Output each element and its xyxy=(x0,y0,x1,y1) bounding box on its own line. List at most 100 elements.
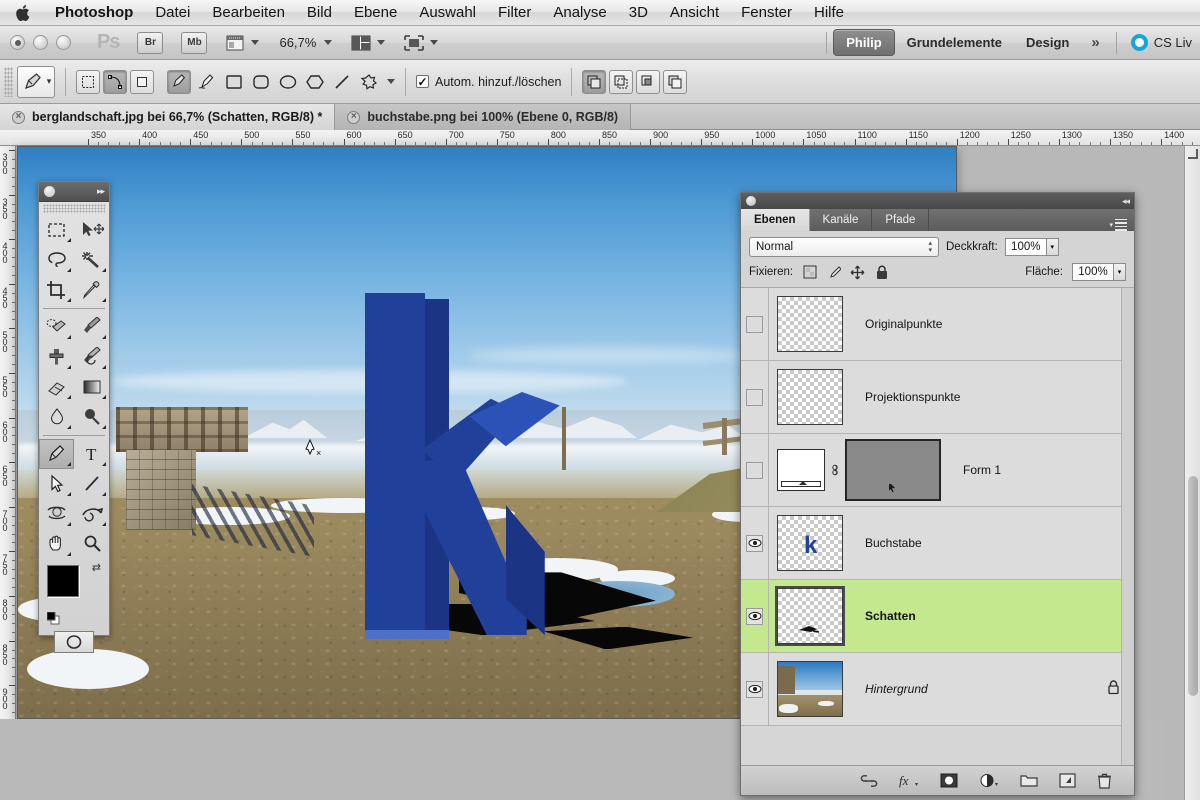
arrange-documents-button[interactable] xyxy=(350,33,386,53)
custom-shape-icon[interactable] xyxy=(356,70,382,94)
visibility-toggle[interactable] xyxy=(741,507,769,579)
eye-icon-on[interactable] xyxy=(746,680,763,698)
pen-tool-icon[interactable] xyxy=(39,439,74,469)
vertical-ruler[interactable]: 3003504004505005506006507007508008509009… xyxy=(0,146,16,800)
gradient-tool-icon[interactable] xyxy=(74,372,109,402)
type-tool-icon[interactable]: T xyxy=(74,439,109,469)
menu-item-ebene[interactable]: Ebene xyxy=(343,1,408,25)
eye-icon-on[interactable] xyxy=(746,607,763,625)
menu-item-bearbeiten[interactable]: Bearbeiten xyxy=(201,1,296,25)
eye-icon-on[interactable] xyxy=(746,534,763,552)
document-tab-buchstabe[interactable]: × buchstabe.png bei 100% (Ebene 0, RGB/8… xyxy=(335,104,632,130)
zoom-tool-icon[interactable] xyxy=(74,529,109,559)
window-vertical-scrollbar[interactable] xyxy=(1184,146,1200,800)
history-brush-tool-icon[interactable] xyxy=(74,342,109,372)
collapse-panel-icon[interactable]: ◂◂ xyxy=(1122,196,1130,207)
panel-dot-icon[interactable] xyxy=(746,196,756,206)
opacity-field[interactable]: 100% ▾ xyxy=(1004,238,1059,256)
fill-field[interactable]: 100% ▾ xyxy=(1072,263,1126,281)
tab-ebenen[interactable]: Ebenen xyxy=(741,209,810,231)
add-to-path-area-icon[interactable] xyxy=(582,69,607,94)
eye-icon-off[interactable] xyxy=(746,461,763,479)
arrange-chevron-down-icon[interactable] xyxy=(377,40,386,45)
menu-item-bild[interactable]: Bild xyxy=(296,1,343,25)
new-fill-adjustment-layer-icon[interactable] xyxy=(979,773,999,788)
fill-chevron-down-icon[interactable]: ▾ xyxy=(1114,263,1126,281)
close-icon[interactable]: × xyxy=(12,110,25,124)
3d-object-rotate-tool-icon[interactable] xyxy=(39,499,74,529)
crop-tool-icon[interactable] xyxy=(39,275,74,305)
subtract-from-path-area-icon[interactable] xyxy=(609,69,634,94)
default-colors-icon[interactable] xyxy=(46,611,60,625)
line-icon[interactable] xyxy=(329,70,355,94)
layer-mask-thumbnail[interactable] xyxy=(777,449,825,491)
layer-row-form-1[interactable]: Form 1 xyxy=(741,434,1134,507)
screen-mode-button[interactable] xyxy=(403,33,439,53)
layer-name[interactable]: Hintergrund xyxy=(865,682,928,696)
collapse-dot-icon[interactable] xyxy=(44,186,55,197)
menu-item-datei[interactable]: Datei xyxy=(144,1,201,25)
link-mask-icon[interactable] xyxy=(829,463,841,477)
zoom-window-button[interactable] xyxy=(56,35,71,50)
link-layers-icon[interactable] xyxy=(860,774,878,787)
window-resize-corner-icon[interactable] xyxy=(1186,147,1199,160)
eyedropper-tool-icon[interactable] xyxy=(74,275,109,305)
lasso-tool-icon[interactable] xyxy=(39,245,74,275)
layer-list[interactable]: Originalpunkte Projektionspunkte Form 1 … xyxy=(741,288,1134,765)
expand-arrows-icon[interactable]: ▸▸ xyxy=(97,186,105,197)
hand-tool-icon[interactable] xyxy=(39,529,74,559)
move-tool-icon[interactable] xyxy=(74,215,109,245)
visibility-toggle[interactable] xyxy=(741,288,769,360)
3d-camera-rotate-tool-icon[interactable] xyxy=(74,499,109,529)
rectangular-marquee-tool-icon[interactable] xyxy=(39,215,74,245)
fill-pixels-icon[interactable] xyxy=(130,69,154,94)
layer-thumbnail[interactable] xyxy=(777,588,843,644)
spot-healing-brush-tool-icon[interactable] xyxy=(39,312,74,342)
layer-style-fx-icon[interactable]: fx xyxy=(899,773,919,788)
blur-tool-icon[interactable] xyxy=(39,402,74,432)
view-extras-button[interactable] xyxy=(225,33,260,53)
screenmode-chevron-down-icon[interactable] xyxy=(430,40,439,45)
auto-add-delete-checkbox[interactable]: ✓ Autom. hinzuf./löschen xyxy=(416,75,561,89)
magic-wand-tool-icon[interactable] xyxy=(74,245,109,275)
zoom-chevron-down-icon[interactable] xyxy=(324,40,333,45)
layer-name[interactable]: Form 1 xyxy=(963,463,1001,477)
tab-kanaele[interactable]: Kanäle xyxy=(810,209,873,231)
clone-stamp-tool-icon[interactable] xyxy=(39,342,74,372)
layer-name[interactable]: Buchstabe xyxy=(865,536,922,550)
layer-thumbnail[interactable]: k xyxy=(777,515,843,571)
dodge-tool-icon[interactable] xyxy=(74,402,109,432)
eraser-tool-icon[interactable] xyxy=(39,372,74,402)
lock-image-pixels-icon[interactable] xyxy=(826,265,841,280)
menu-item-analyse[interactable]: Analyse xyxy=(542,1,617,25)
workspace-more-button[interactable]: » xyxy=(1081,34,1109,51)
layer-row-projektionspunkte[interactable]: Projektionspunkte xyxy=(741,361,1134,434)
menu-item-fenster[interactable]: Fenster xyxy=(730,1,803,25)
layer-thumbnail[interactable] xyxy=(777,369,843,425)
toolbox-titlebar[interactable]: ▸▸ xyxy=(39,182,109,202)
apple-logo-icon[interactable] xyxy=(12,2,34,24)
new-layer-icon[interactable] xyxy=(1059,773,1076,788)
layers-panel-scrollbar[interactable] xyxy=(1121,288,1134,765)
shape-chevron-down-icon[interactable] xyxy=(387,79,395,84)
add-layer-mask-icon[interactable] xyxy=(940,773,958,788)
menu-item-filter[interactable]: Filter xyxy=(487,1,542,25)
menu-item-photoshop[interactable]: Photoshop xyxy=(44,1,144,25)
layer-row-originalpunkte[interactable]: Originalpunkte xyxy=(741,288,1134,361)
layer-row-schatten[interactable]: Schatten xyxy=(741,580,1134,653)
layer-name[interactable]: Projektionspunkte xyxy=(865,390,960,404)
layer-row-hintergrund[interactable]: Hintergrund xyxy=(741,653,1134,726)
layer-row-buchstabe[interactable]: k Buchstabe xyxy=(741,507,1134,580)
menu-item-hilfe[interactable]: Hilfe xyxy=(803,1,855,25)
layer-name[interactable]: Originalpunkte xyxy=(865,317,942,331)
toolbox-panel[interactable]: ▸▸ T ⇄ xyxy=(38,181,110,653)
launch-mini-bridge-button[interactable]: Mb xyxy=(181,31,208,54)
brush-tool-icon[interactable] xyxy=(74,312,109,342)
panel-menu-icon[interactable]: ▾ xyxy=(1109,218,1134,231)
exclude-overlapping-path-areas-icon[interactable] xyxy=(663,69,688,94)
options-bar-grip[interactable] xyxy=(4,66,13,97)
shape-layers-icon[interactable] xyxy=(76,69,100,94)
menu-item-auswahl[interactable]: Auswahl xyxy=(408,1,487,25)
close-icon[interactable]: × xyxy=(347,110,361,124)
active-tool-preview[interactable]: ▾ xyxy=(17,65,55,98)
